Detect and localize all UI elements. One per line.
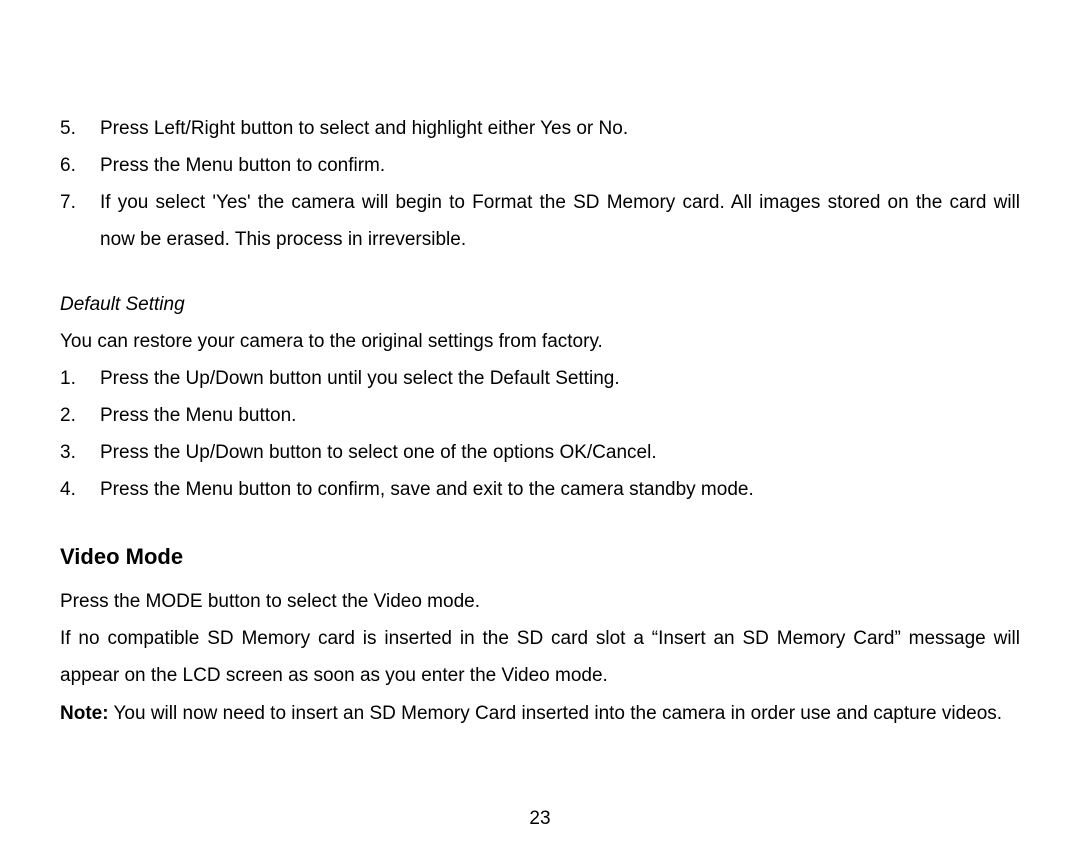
default-setting-heading: Default Setting bbox=[60, 286, 1020, 323]
list-text: Press the Menu button to confirm, save a… bbox=[100, 471, 1020, 508]
list-item: 1. Press the Up/Down button until you se… bbox=[60, 360, 1020, 397]
list-item: 4. Press the Menu button to confirm, sav… bbox=[60, 471, 1020, 508]
list-text: Press the Menu button to confirm. bbox=[100, 147, 1020, 184]
page-number: 23 bbox=[0, 800, 1080, 837]
list-text: Press the Up/Down button until you selec… bbox=[100, 360, 1020, 397]
list-item: 7. If you select 'Yes' the camera will b… bbox=[60, 184, 1020, 258]
list-number: 7. bbox=[60, 184, 100, 258]
list-text: If you select 'Yes' the camera will begi… bbox=[100, 184, 1020, 258]
format-steps-list: 5. Press Left/Right button to select and… bbox=[60, 110, 1020, 258]
list-text: Press the Up/Down button to select one o… bbox=[100, 434, 1020, 471]
list-item: 6. Press the Menu button to confirm. bbox=[60, 147, 1020, 184]
list-item: 2. Press the Menu button. bbox=[60, 397, 1020, 434]
video-mode-heading: Video Mode bbox=[60, 536, 1020, 579]
list-number: 6. bbox=[60, 147, 100, 184]
note-label: Note: bbox=[60, 703, 109, 724]
list-number: 1. bbox=[60, 360, 100, 397]
video-mode-p2: If no compatible SD Memory card is inser… bbox=[60, 620, 1020, 694]
list-number: 4. bbox=[60, 471, 100, 508]
list-text: Press the Menu button. bbox=[100, 397, 1020, 434]
document-page: 5. Press Left/Right button to select and… bbox=[0, 0, 1080, 863]
list-number: 5. bbox=[60, 110, 100, 147]
list-number: 3. bbox=[60, 434, 100, 471]
list-item: 5. Press Left/Right button to select and… bbox=[60, 110, 1020, 147]
note-text: You will now need to insert an SD Memory… bbox=[109, 703, 1002, 724]
list-number: 2. bbox=[60, 397, 100, 434]
default-setting-intro: You can restore your camera to the origi… bbox=[60, 323, 1020, 360]
video-mode-note: Note: You will now need to insert an SD … bbox=[60, 695, 1020, 732]
list-item: 3. Press the Up/Down button to select on… bbox=[60, 434, 1020, 471]
list-text: Press Left/Right button to select and hi… bbox=[100, 110, 1020, 147]
video-mode-p1: Press the MODE button to select the Vide… bbox=[60, 583, 1020, 620]
default-setting-steps-list: 1. Press the Up/Down button until you se… bbox=[60, 360, 1020, 508]
